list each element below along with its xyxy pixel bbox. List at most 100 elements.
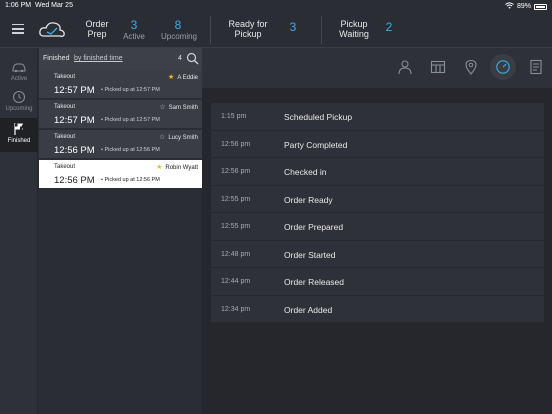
timeline-event: 12:56 pm Checked in [211,158,544,186]
detail-tabs [202,48,552,88]
order-list-header: Finished by finished time 4 [39,48,202,70]
order-customer: ★ A Eddie [168,74,198,81]
event-name: Scheduled Pickup [284,112,353,122]
order-pickup: • Picked up at 12:57 PM [101,87,160,93]
active-count: 3 [130,18,138,32]
left-rail: Active Upcoming Finished [0,48,38,414]
pickup-waiting-count: 2 [385,20,393,34]
status-date: Wed Mar 25 [34,2,73,9]
order-time: 12:57 PM [54,85,95,96]
rail-item-label: Upcoming [5,106,33,112]
rail-item-label: Active [10,76,28,82]
timeline-event: 1:15 pm Scheduled Pickup [211,103,544,131]
order-row[interactable]: Takeout ☆ Sam Smith 12:57 PM • Picked up … [39,100,202,129]
rail-item-label: Finished [7,138,31,144]
pickup-text: Picked up at 12:57 PM [104,87,160,93]
tab-timeline[interactable] [490,54,516,80]
order-prep-line2: Prep [87,29,107,39]
menu-icon[interactable] [12,24,24,34]
order-row[interactable]: Takeout ☆ Lucy Smith 12:56 PM • Picked up… [39,130,202,159]
tab-location[interactable] [458,54,484,80]
car-icon [11,60,27,74]
event-time: 12:56 pm [221,140,251,148]
status-bar: 1:06 PM Wed Mar 25 89% [0,0,552,12]
event-name: Order Ready [284,194,333,205]
event-name: Order Added [284,304,333,315]
ready-count: 3 [289,20,297,34]
order-list: Finished by finished time 4 Takeout ★ A E… [39,48,202,414]
list-title: Finished [43,55,70,62]
ready-label: Ready for Pickup [222,19,274,39]
event-name: Order Prepared [284,222,344,232]
order-type: Takeout [54,104,76,110]
order-time: 12:56 PM [54,145,95,156]
rail-item-finished[interactable]: Finished [0,118,38,152]
star-outline-icon[interactable]: ☆ [159,134,165,141]
timeline-list: 1:15 pm Scheduled Pickup 12:56 pm Party Co… [211,103,544,323]
event-name: Checked in [284,167,327,177]
header-divider [210,16,211,44]
tab-customer[interactable] [392,54,418,80]
event-time: 12:55 pm [221,223,251,230]
active-label: Active [123,32,145,41]
order-type: Takeout [54,134,76,140]
event-time: 12:56 pm [221,168,251,175]
status-right: 89% [505,2,547,11]
timeline-event: 12:44 pm Order Released [211,268,544,296]
customer-name: Robin Wyatt [165,164,198,171]
event-time: 12:44 pm [221,278,251,285]
order-customer: ☆ Lucy Smith [159,134,198,141]
tab-table[interactable] [425,54,451,80]
status-time: 1:06 PM [5,2,32,9]
order-pickup: • Picked up at 12:57 PM [101,117,160,123]
order-count: 4 [178,55,182,62]
event-name: Order Started [284,249,336,260]
event-time: 12:48 pm [221,250,251,258]
ready-line1: Ready for [228,19,268,29]
order-prep-line1: Order [85,19,109,29]
event-time: 1:15 pm [221,113,247,120]
event-name: Order Released [284,277,345,287]
pickup-waiting-line1: Pickup [340,19,368,29]
header-divider [321,16,322,44]
order-row[interactable]: Takeout ★ A Eddie 12:57 PM • Picked up at… [39,70,202,99]
order-customer: ☆ Sam Smith [159,104,198,111]
pickup-text: Picked up at 12:56 PM [104,147,160,153]
order-time: 12:57 PM [54,115,95,126]
wifi-icon [505,2,514,11]
event-time: 12:55 pm [221,195,251,203]
app-logo-icon [38,20,66,40]
tab-receipt[interactable] [523,54,549,80]
star-outline-icon[interactable]: ☆ [159,104,165,111]
pickup-waiting-label: Pickup Waiting [334,19,374,39]
app-root: 1:06 PM Wed Mar 25 89% Order Prep 3 Acti… [0,0,552,414]
sort-link[interactable]: by finished time [74,55,123,62]
customer-name: Sam Smith [168,104,198,111]
finish-flag-icon [11,122,27,136]
event-name: Party Completed [284,139,348,150]
status-time-date: 1:06 PM Wed Mar 25 [5,2,73,9]
star-filled-icon[interactable]: ★ [168,74,174,81]
search-icon[interactable] [186,52,199,65]
upcoming-count: 8 [174,18,182,32]
pickup-waiting-line2: Waiting [339,29,369,39]
order-type: Takeout [54,164,76,170]
clock-icon [11,90,27,104]
order-pickup: • Picked up at 12:56 PM [101,147,160,153]
order-row-selected[interactable]: Takeout ★ Robin Wyatt 12:56 PM • Picked u… [39,160,202,189]
timeline-event: 12:55 pm Order Prepared [211,213,544,241]
top-header: Order Prep 3 Active 8 Upcoming Ready for… [0,12,552,48]
rail-item-upcoming[interactable]: Upcoming [0,86,38,120]
pickup-text: Picked up at 12:57 PM [104,117,160,123]
battery-icon [534,3,547,10]
order-pickup: • Picked up at 12:56 PM [101,177,160,183]
star-filled-icon[interactable]: ★ [156,164,162,171]
rail-item-active[interactable]: Active [0,56,38,90]
order-customer: ★ Robin Wyatt [156,164,198,171]
timeline-event: 12:48 pm Order Started [211,240,544,268]
order-time: 12:56 PM [54,175,95,186]
event-time: 12:34 pm [221,305,251,313]
timeline-event: 12:56 pm Party Completed [211,130,544,158]
timeline-event: 12:55 pm Order Ready [211,185,544,213]
pickup-text: Picked up at 12:56 PM [104,177,160,183]
